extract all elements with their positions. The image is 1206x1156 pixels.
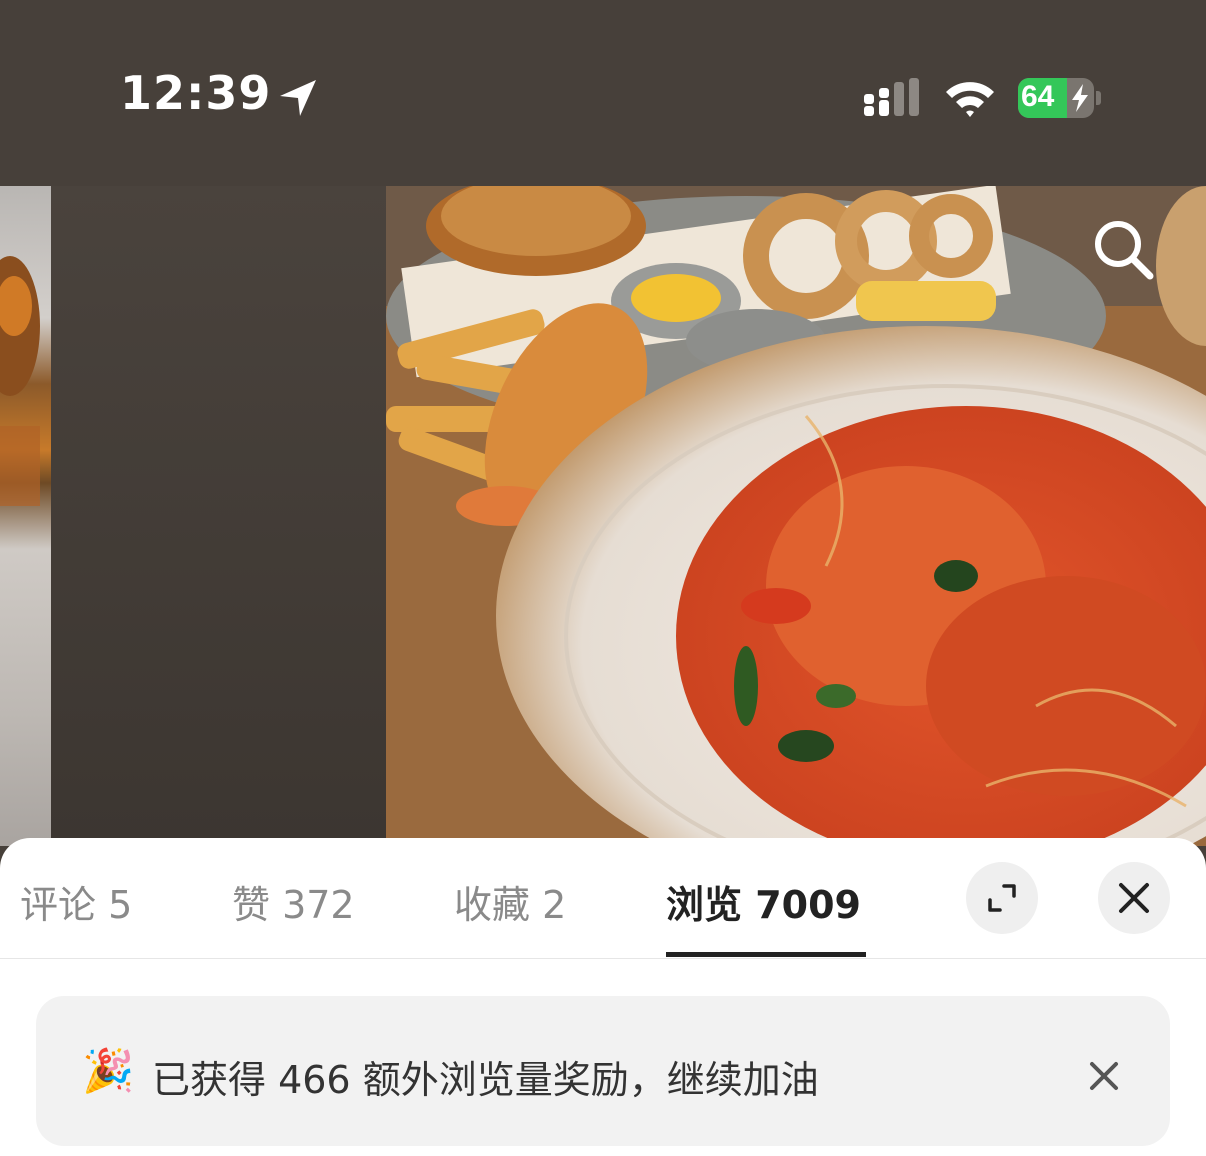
tab-comments[interactable]: 评论 5: [20, 874, 132, 929]
previous-photo[interactable]: [0, 186, 51, 846]
expand-button[interactable]: [966, 862, 1038, 934]
close-icon[interactable]: [1084, 1056, 1124, 1096]
search-icon[interactable]: [1088, 214, 1158, 284]
status-bar: 12:39 64: [0, 0, 1206, 186]
location-arrow-icon: [280, 80, 316, 116]
status-time: 12:39: [120, 66, 272, 120]
bottom-sheet: 评论 5 赞 372 收藏 2 浏览 7009 🎉 已获得 466 额外浏览量奖…: [0, 838, 1206, 1156]
tab-likes[interactable]: 赞 372: [232, 874, 355, 929]
expand-icon: [988, 884, 1016, 912]
battery-charging-icon: [1072, 84, 1088, 112]
food-photo[interactable]: [386, 186, 1206, 846]
reward-banner: 🎉 已获得 466 额外浏览量奖励，继续加油: [36, 996, 1170, 1146]
tab-views[interactable]: 浏览 7009: [666, 874, 861, 929]
photo-gap: [51, 186, 386, 846]
cellular-signal-icon: [864, 78, 919, 116]
banner-message: 已获得 466 额外浏览量奖励，继续加油: [152, 1058, 819, 1102]
close-button[interactable]: [1098, 862, 1170, 934]
close-icon: [1119, 883, 1149, 913]
battery-indicator: 64: [1018, 78, 1102, 118]
active-tab-indicator: [666, 952, 866, 957]
tab-favorites[interactable]: 收藏 2: [454, 874, 566, 929]
stats-tabs: 评论 5 赞 372 收藏 2 浏览 7009: [0, 838, 1206, 959]
wifi-icon: [946, 82, 994, 117]
party-popper-icon: 🎉: [82, 1046, 135, 1095]
battery-level: 64: [1021, 80, 1055, 113]
